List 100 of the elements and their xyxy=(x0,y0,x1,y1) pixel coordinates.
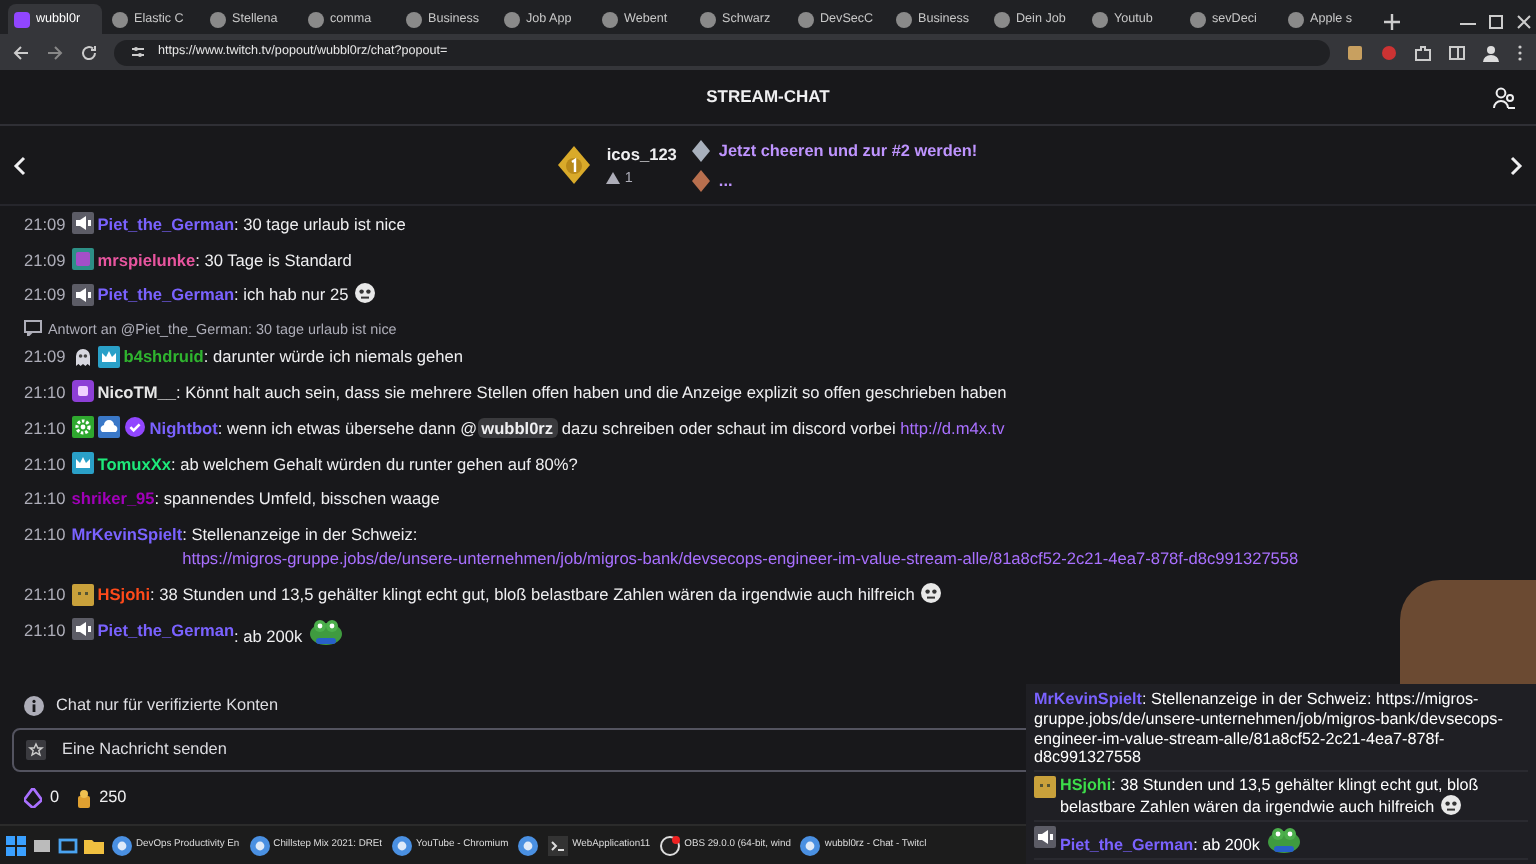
notice-text: Chat nur für verifizierte Konten xyxy=(56,693,279,718)
message-text: : 38 Stunden und 13,5 gehälter klingt echt gut, bloß belastbare Zahlen wären da irgendwie auch hilfreich xyxy=(150,582,943,607)
chevron-left-icon[interactable] xyxy=(12,155,28,175)
favicon-icon xyxy=(406,11,422,27)
message-text: : spannendes Umfeld, bisschen waage xyxy=(154,486,440,512)
favicon-icon xyxy=(1092,11,1108,27)
face-emote-icon xyxy=(920,582,943,605)
face-emote-icon xyxy=(354,282,377,305)
username[interactable]: Piet_the_German xyxy=(97,617,235,643)
timestamp: 21:10 xyxy=(24,486,66,512)
favicon-icon xyxy=(14,11,30,27)
message-text: : ab welchem Gehalt würden du runter gehen auf 80%? xyxy=(171,451,578,476)
star-icon[interactable] xyxy=(26,740,46,760)
crown-icon xyxy=(71,452,94,475)
extension-icon[interactable] xyxy=(1346,43,1364,61)
timestamp: 21:09 xyxy=(24,282,66,308)
link[interactable]: http://d.m4x.tv xyxy=(900,415,1005,440)
username[interactable]: Piet_the_German xyxy=(97,282,235,308)
link[interactable]: https://migros-gruppe.jobs/de/unsere-unternehmen/job/migros-bank/devsecops-engineer-im-value-stream-alle/81a8cf52-2c21-4ea7-878f-d8c991327558 xyxy=(182,546,1299,572)
username[interactable]: MrKevinSpielt xyxy=(71,522,183,547)
cheer-prompt[interactable]: Jetzt cheeren und zur #2 werden! xyxy=(718,135,978,165)
menu-icon[interactable] xyxy=(1516,43,1524,61)
back-icon[interactable] xyxy=(12,43,30,61)
timestamp: 21:10 xyxy=(24,415,66,440)
speaker-icon xyxy=(71,212,94,235)
second-place-gem-icon xyxy=(692,139,711,161)
face-emote-icon xyxy=(1440,794,1463,817)
username[interactable]: mrspielunke xyxy=(97,247,196,272)
reload-icon[interactable] xyxy=(80,43,98,61)
folder-icon[interactable] xyxy=(84,835,104,855)
points-count: 250 xyxy=(99,785,127,810)
favicon-icon xyxy=(504,11,520,27)
timestamp: 21:10 xyxy=(24,582,66,607)
message-text: : ab 200k xyxy=(234,617,345,649)
favicon-icon xyxy=(112,11,128,27)
favicon-icon xyxy=(308,11,324,27)
maximize-icon[interactable] xyxy=(1484,10,1508,34)
message-text: : wenn ich etwas übersehe dann @ wubbl0rz dazu schreiben oder schaut im discord vorbei http://d.m4x.tv xyxy=(217,415,1005,440)
browser-icon xyxy=(800,835,821,855)
terminal-icon xyxy=(548,835,569,855)
favicon-icon xyxy=(896,11,912,27)
users-icon[interactable] xyxy=(1492,85,1516,109)
message-text: : 30 Tage is Standard xyxy=(195,247,352,272)
window-icon[interactable] xyxy=(58,835,78,855)
info-icon xyxy=(24,696,44,716)
square-badge-icon xyxy=(71,380,94,403)
timestamp: 21:09 xyxy=(24,344,66,369)
reply-icon xyxy=(24,320,42,337)
close-icon[interactable] xyxy=(1512,10,1536,34)
frog-emote-icon xyxy=(1265,825,1302,854)
face-badge-icon xyxy=(71,583,94,606)
frog-emote-icon xyxy=(308,617,345,646)
timestamp: 21:09 xyxy=(24,247,66,272)
overlay-message: MrKevinSpielt: Stellenanzeige in der Schweiz: https://migros-gruppe.jobs/de/unsere-unternehmen/job/migros-bank/devsecops-engineer-im-value-stream-alle/81a8cf52-2c21-4ea7-878f-d8c991327558 xyxy=(1034,690,1505,768)
windows-start-icon[interactable] xyxy=(6,835,26,855)
speaker-icon xyxy=(1034,825,1056,848)
bits-icon xyxy=(24,788,42,808)
message-text: : darunter würde ich niemals gehen xyxy=(203,344,463,369)
browser-icon xyxy=(392,835,413,855)
timestamp: 21:10 xyxy=(24,617,66,643)
mention-tag[interactable]: wubbl0rz xyxy=(477,417,558,438)
timestamp: 21:10 xyxy=(24,379,66,405)
timestamp: 21:10 xyxy=(24,451,66,476)
favicon-icon xyxy=(1190,11,1206,27)
username[interactable]: Nightbot xyxy=(149,415,218,440)
channel-points-icon xyxy=(75,789,92,807)
username[interactable]: HSjohi xyxy=(97,582,151,607)
task-view-icon[interactable] xyxy=(32,835,52,855)
site-info-icon xyxy=(130,44,146,60)
browser-icon xyxy=(249,835,270,855)
browser-icon xyxy=(518,835,539,855)
ellipsis-text: ... xyxy=(718,169,733,193)
username[interactable]: NicoTM__ xyxy=(97,379,176,405)
favicon-icon xyxy=(210,11,226,27)
ghost-icon xyxy=(71,345,94,368)
overlay-message: Piet_the_German: ab 200k xyxy=(1060,825,1302,855)
crown-icon xyxy=(97,345,120,368)
message-text: : 30 tage urlaub ist nice xyxy=(234,211,406,236)
username[interactable]: TomuxXx xyxy=(97,451,171,476)
puzzle-icon[interactable] xyxy=(1414,43,1432,61)
triangle-icon xyxy=(606,171,621,183)
gear-icon xyxy=(71,416,94,439)
message-text: : ich hab nur 25 xyxy=(234,282,377,308)
forward-icon[interactable] xyxy=(46,43,64,61)
first-place-gem-icon xyxy=(558,146,591,184)
favicon-icon xyxy=(602,11,618,27)
obs-icon xyxy=(660,835,681,855)
overlay-message: HSjohi: 38 Stunden und 13,5 gehälter klingt echt gut, bloß belastbare Zahlen wären da irgendwie auch hilfreich xyxy=(1060,775,1481,818)
new-tab-icon[interactable] xyxy=(1380,10,1404,34)
chevron-right-icon[interactable] xyxy=(1508,155,1524,175)
subscriber-badge-icon xyxy=(71,248,94,271)
message-text: : Könnt halt auch sein, dass sie mehrere Stellen offen haben und die Anzeige explizit so offen geschrieben haben xyxy=(175,379,1007,405)
timestamp: 21:09 xyxy=(24,211,66,236)
username[interactable]: Piet_the_German xyxy=(97,211,235,236)
username[interactable]: b4shdruid xyxy=(123,344,204,369)
profile-icon[interactable] xyxy=(1482,43,1500,61)
favicon-icon xyxy=(1288,11,1304,27)
bits-count: 0 xyxy=(50,785,60,810)
leader-name[interactable]: icos_123 xyxy=(606,141,677,165)
sidebar-icon[interactable] xyxy=(1448,43,1466,61)
